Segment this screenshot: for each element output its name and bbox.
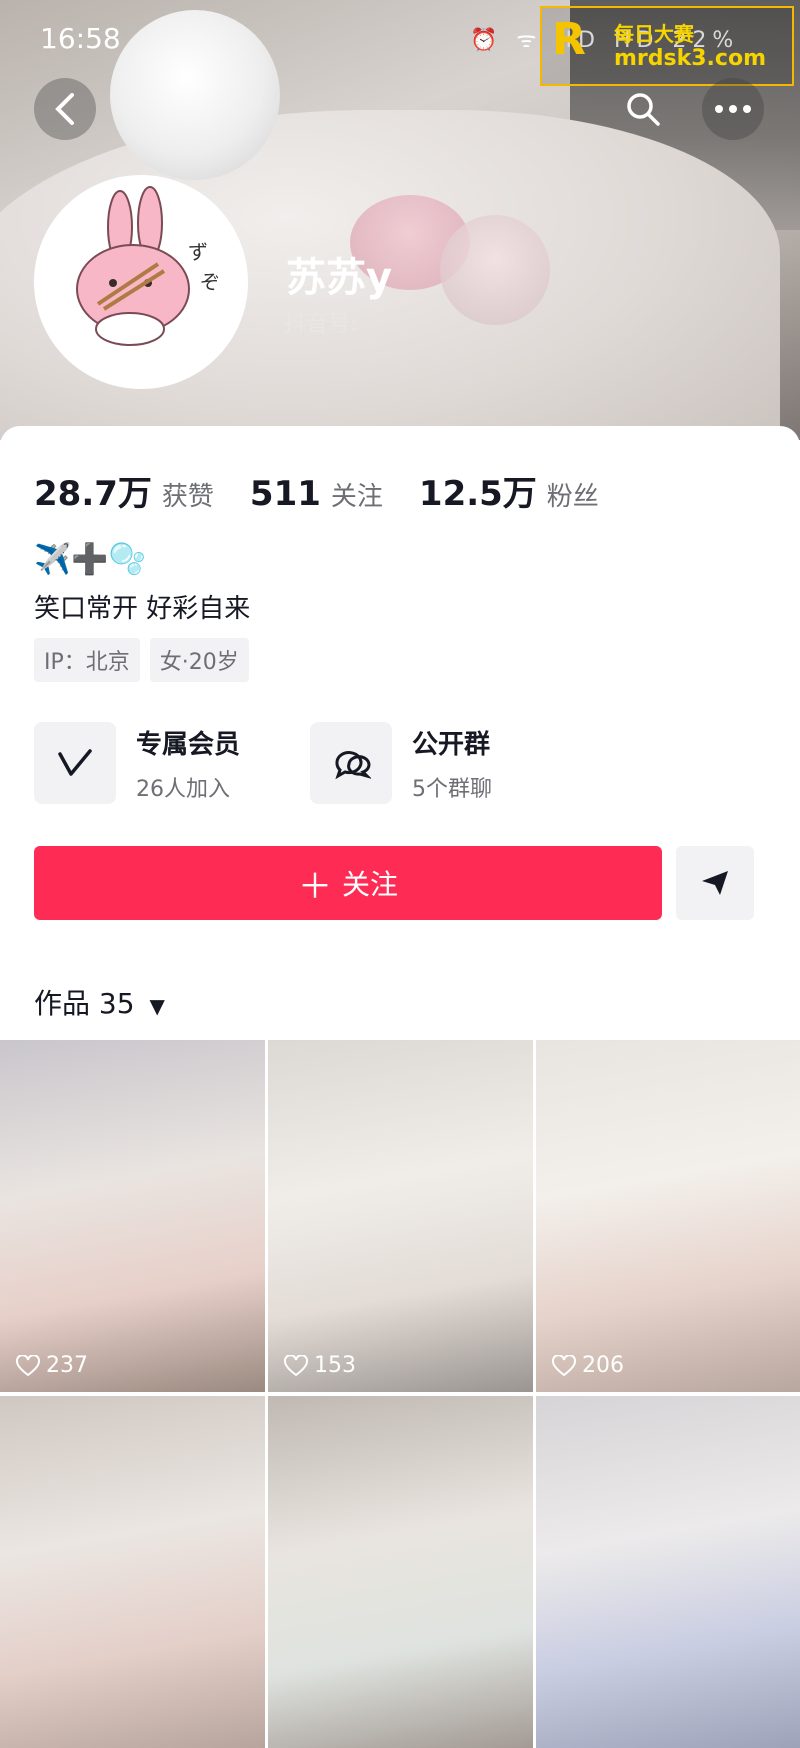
watermark-line2: mrdsk3.com [614,46,766,71]
follow-button[interactable]: ＋ 关注 [34,846,662,920]
heart-icon [552,1354,576,1376]
profile-tags: IP：北京 女·20岁 [34,638,259,682]
stat-following-label: 关注 [330,482,383,512]
membership-v-icon [58,749,92,776]
banner-plush-toy-small [440,215,550,325]
caret-down-icon: ▼ [149,994,165,1018]
tag-gender-age: 女·20岁 [149,638,249,682]
video-thumbnail[interactable] [0,1396,265,1748]
stats-row: 28.7万 获赞 511 关注 12.5万 粉丝 [34,466,635,515]
bio-text: 笑口常开 好彩自来 [34,594,251,624]
stat-likes-number: 28.7万 [34,474,152,514]
group-chat-icon-box [310,722,392,804]
group-chat-subtitle: 5个群聊 [412,776,492,802]
video-likes-count: 237 [46,1353,88,1378]
profile-card: 28.7万 获赞 511 关注 12.5万 粉丝 ✈️➕🫧 笑口常开 好彩自来 … [0,426,800,1748]
video-likes: 153 [284,1353,356,1378]
video-thumbnail[interactable]: 237 [0,1040,265,1392]
group-chat-icon [335,751,371,780]
video-thumbnail[interactable] [268,1396,533,1748]
heart-icon [284,1354,308,1376]
share-arrow-icon [702,871,728,895]
back-arrow-icon [55,93,74,125]
profile-nickname: 苏苏y [286,255,393,301]
video-thumbnail[interactable] [536,1396,800,1748]
back-button[interactable] [34,78,96,140]
stat-likes-label: 获赞 [161,482,214,512]
membership-entry[interactable]: 专属会员 26人加入 [34,722,240,804]
plus-icon: ＋ [297,866,332,907]
heart-icon [16,1354,40,1376]
watermark-logo: R [552,14,586,65]
watermark: R 每日大赛 mrdsk3.com [540,6,794,86]
video-thumbnail[interactable]: 153 [268,1040,533,1392]
stat-followers[interactable]: 12.5万 粉丝 [419,466,599,515]
tag-ip-location: IP：北京 [34,638,140,682]
status-time: 16:58 [40,22,121,55]
douyin-id[interactable]: 抖音号: [284,306,357,338]
video-likes-count: 153 [314,1353,356,1378]
stat-following-number: 511 [249,474,321,514]
watermark-line1: 每日大赛 [614,22,694,46]
membership-subtitle: 26人加入 [136,776,230,802]
follow-button-label: 关注 [341,868,398,901]
more-button[interactable] [702,78,764,140]
search-button[interactable] [612,78,674,140]
more-icon [715,105,751,113]
avatar[interactable]: ず ぞ [34,175,248,389]
membership-title: 专属会员 [136,729,241,760]
works-tab[interactable]: 作品 35 ▼ [34,982,165,1022]
membership-icon-box [34,722,116,804]
share-button[interactable] [676,846,754,920]
bunny-avatar-icon: ず ぞ [38,179,244,385]
svg-text:ぞ: ぞ [200,270,220,294]
bio-emoji: ✈️➕🫧 [34,542,147,577]
svg-text:ず: ず [188,240,208,264]
stat-following[interactable]: 511 关注 [250,474,383,514]
group-chat-title: 公开群 [412,729,491,760]
video-likes-count: 206 [582,1353,624,1378]
stat-followers-number: 12.5万 [418,474,537,514]
works-tab-label: 作品 35 [34,987,135,1020]
stat-likes[interactable]: 28.7万 获赞 [34,466,214,515]
group-chat-entry[interactable]: 公开群 5个群聊 [310,722,492,804]
video-likes: 206 [552,1353,624,1378]
video-thumbnail[interactable]: 206 [536,1040,800,1392]
stat-followers-label: 粉丝 [546,482,599,512]
video-likes: 237 [16,1353,88,1378]
search-icon [627,93,660,126]
